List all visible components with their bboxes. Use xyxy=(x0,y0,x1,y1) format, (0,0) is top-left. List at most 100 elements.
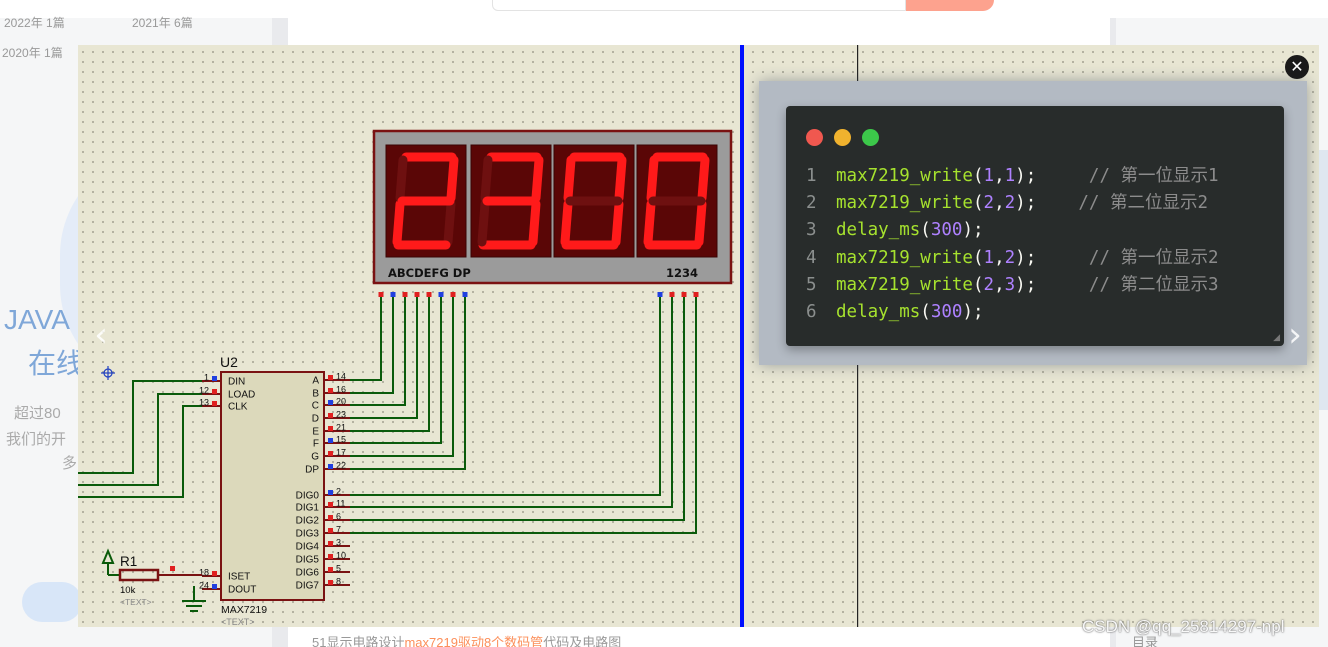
display-digit xyxy=(385,144,467,258)
segment-e xyxy=(477,199,490,247)
punctuation: , xyxy=(994,247,1005,268)
sheet-border-line xyxy=(740,45,744,627)
display-pin xyxy=(378,292,384,297)
window-close-dot-icon xyxy=(806,129,823,146)
chip-pin-number: 8 xyxy=(336,577,341,587)
line-number: 6 xyxy=(806,302,817,323)
chip-pin-number: 24 xyxy=(199,581,209,591)
display-pin xyxy=(414,292,420,297)
chip-pin-marker xyxy=(328,541,333,546)
code-comment: // 第二位显示2 xyxy=(1036,193,1209,214)
chip-pin-marker xyxy=(328,451,333,456)
segment-c xyxy=(694,199,707,247)
code-line: 5 max7219_write(2,3); // 第二位显示3 xyxy=(806,272,1219,299)
resistor-reference: R1 xyxy=(120,554,137,569)
digit-pin-label: 1234 xyxy=(666,266,698,280)
chip-pin-name: DIN xyxy=(228,377,245,388)
argument: 2 xyxy=(983,274,995,295)
related-article-link[interactable]: 51显示电路设计max7219驱动8个数码管代码及电路图 xyxy=(312,632,621,647)
code-window: 1 max7219_write(1,1); // 第一位显示1 2 max7219_w… xyxy=(786,106,1284,346)
chip-pin-marker xyxy=(328,580,333,585)
archive-year[interactable]: 2021年 6篇 xyxy=(132,14,193,31)
code-line: 1 max7219_write(1,1); // 第一位显示1 xyxy=(806,163,1219,190)
display-pin xyxy=(462,292,468,297)
segment-e xyxy=(560,199,573,247)
code-line: 6 delay_ms(300); xyxy=(806,299,1219,326)
chip-pin-name: DOUT xyxy=(228,585,256,596)
chip-pin-number: 23 xyxy=(336,410,346,420)
punctuation: ( xyxy=(972,247,984,268)
chip-pin-name: B xyxy=(312,389,319,400)
segment-b xyxy=(531,155,544,203)
argument: 2 xyxy=(1004,247,1016,268)
chip-pin-marker xyxy=(328,528,333,533)
chip-pin-number: 5 xyxy=(336,564,341,574)
segment-f xyxy=(646,155,659,203)
segment-c xyxy=(443,199,456,247)
next-image-button[interactable]: › xyxy=(1280,317,1310,353)
archive-year[interactable]: 2022年 1篇 xyxy=(4,14,65,31)
chip-pin-name: DIG0 xyxy=(296,491,320,502)
chip-text-tag: <TEXT> xyxy=(221,617,255,627)
chip-pin-name: DIG1 xyxy=(296,503,320,514)
archive-year[interactable]: 2020年 1篇 xyxy=(2,44,63,61)
segment-c xyxy=(528,199,541,247)
display-pin xyxy=(438,292,444,297)
line-number: 5 xyxy=(806,274,817,295)
function-name: delay_ms xyxy=(836,220,921,241)
line-number: 1 xyxy=(806,166,817,186)
related-article-highlight: max7219驱动8个数码管 xyxy=(404,635,544,647)
code-line: 4 max7219_write(1,2); // 第一位显示2 xyxy=(806,245,1219,272)
punctuation: ); xyxy=(962,220,984,241)
line-number: 4 xyxy=(806,247,817,268)
chip-pin-name: ISET xyxy=(228,572,250,583)
argument: 1 xyxy=(1004,166,1016,186)
chip-pin-number: 6 xyxy=(336,512,341,522)
chip-pin-marker xyxy=(328,400,333,405)
punctuation: ( xyxy=(972,166,984,186)
line-number: 2 xyxy=(806,193,817,214)
chip-part-name: MAX7219 xyxy=(221,604,267,616)
chip-pin-number: 11 xyxy=(336,499,345,509)
function-name: max7219_write xyxy=(836,166,973,186)
chip-pin-number: 22 xyxy=(336,461,346,471)
display-pin xyxy=(669,292,675,297)
close-viewer-button[interactable]: ✕ xyxy=(1285,55,1309,79)
argument: 1 xyxy=(983,166,995,186)
segment-b xyxy=(697,155,710,203)
resistor-value: 10k xyxy=(120,585,136,596)
function-name: max7219_write xyxy=(836,274,973,295)
promo-text: 多 xyxy=(62,455,78,472)
chip-pin-number: 2 xyxy=(336,487,341,497)
punctuation: ( xyxy=(920,220,931,241)
punctuation: ); xyxy=(1015,166,1037,186)
punctuation: , xyxy=(994,193,1005,214)
chip-pin-marker xyxy=(328,375,333,380)
chip-pin-number: 13 xyxy=(199,398,209,408)
segment-f xyxy=(563,155,576,203)
resize-handle-icon: ◢ xyxy=(1273,332,1280,342)
argument: 300 xyxy=(930,302,963,323)
image-viewer: ABCDEFG DP 1234 U2 MAX7219 <TEXT> 14 A 16 B… xyxy=(78,45,1319,627)
search-input[interactable] xyxy=(492,0,906,11)
chip-pin-name: DIG6 xyxy=(296,568,320,579)
promo-button[interactable] xyxy=(22,582,82,622)
chip-pin-name: DIG7 xyxy=(296,581,320,592)
chip-pin-number: 7 xyxy=(336,525,341,535)
chip-pin-number: 16 xyxy=(336,385,346,395)
chip-pin-number: 12 xyxy=(199,386,209,396)
code-comment: // 第一位显示2 xyxy=(1036,247,1219,268)
punctuation: ); xyxy=(1015,193,1037,214)
chip-pin-name: LOAD xyxy=(228,390,255,401)
chip-pin-name: DIG4 xyxy=(296,542,320,553)
segment-b xyxy=(614,155,627,203)
chip-pin-marker xyxy=(212,584,217,589)
resistor-text-tag: <TEXT> xyxy=(120,597,152,607)
previous-image-button[interactable]: ‹ xyxy=(86,317,116,353)
segment-f xyxy=(480,155,493,203)
search-button[interactable] xyxy=(906,0,994,11)
punctuation: ); xyxy=(1015,274,1037,295)
function-name: delay_ms xyxy=(836,302,921,323)
chip-pin-marker xyxy=(328,490,333,495)
chip-pin-name: DIG2 xyxy=(296,516,320,527)
